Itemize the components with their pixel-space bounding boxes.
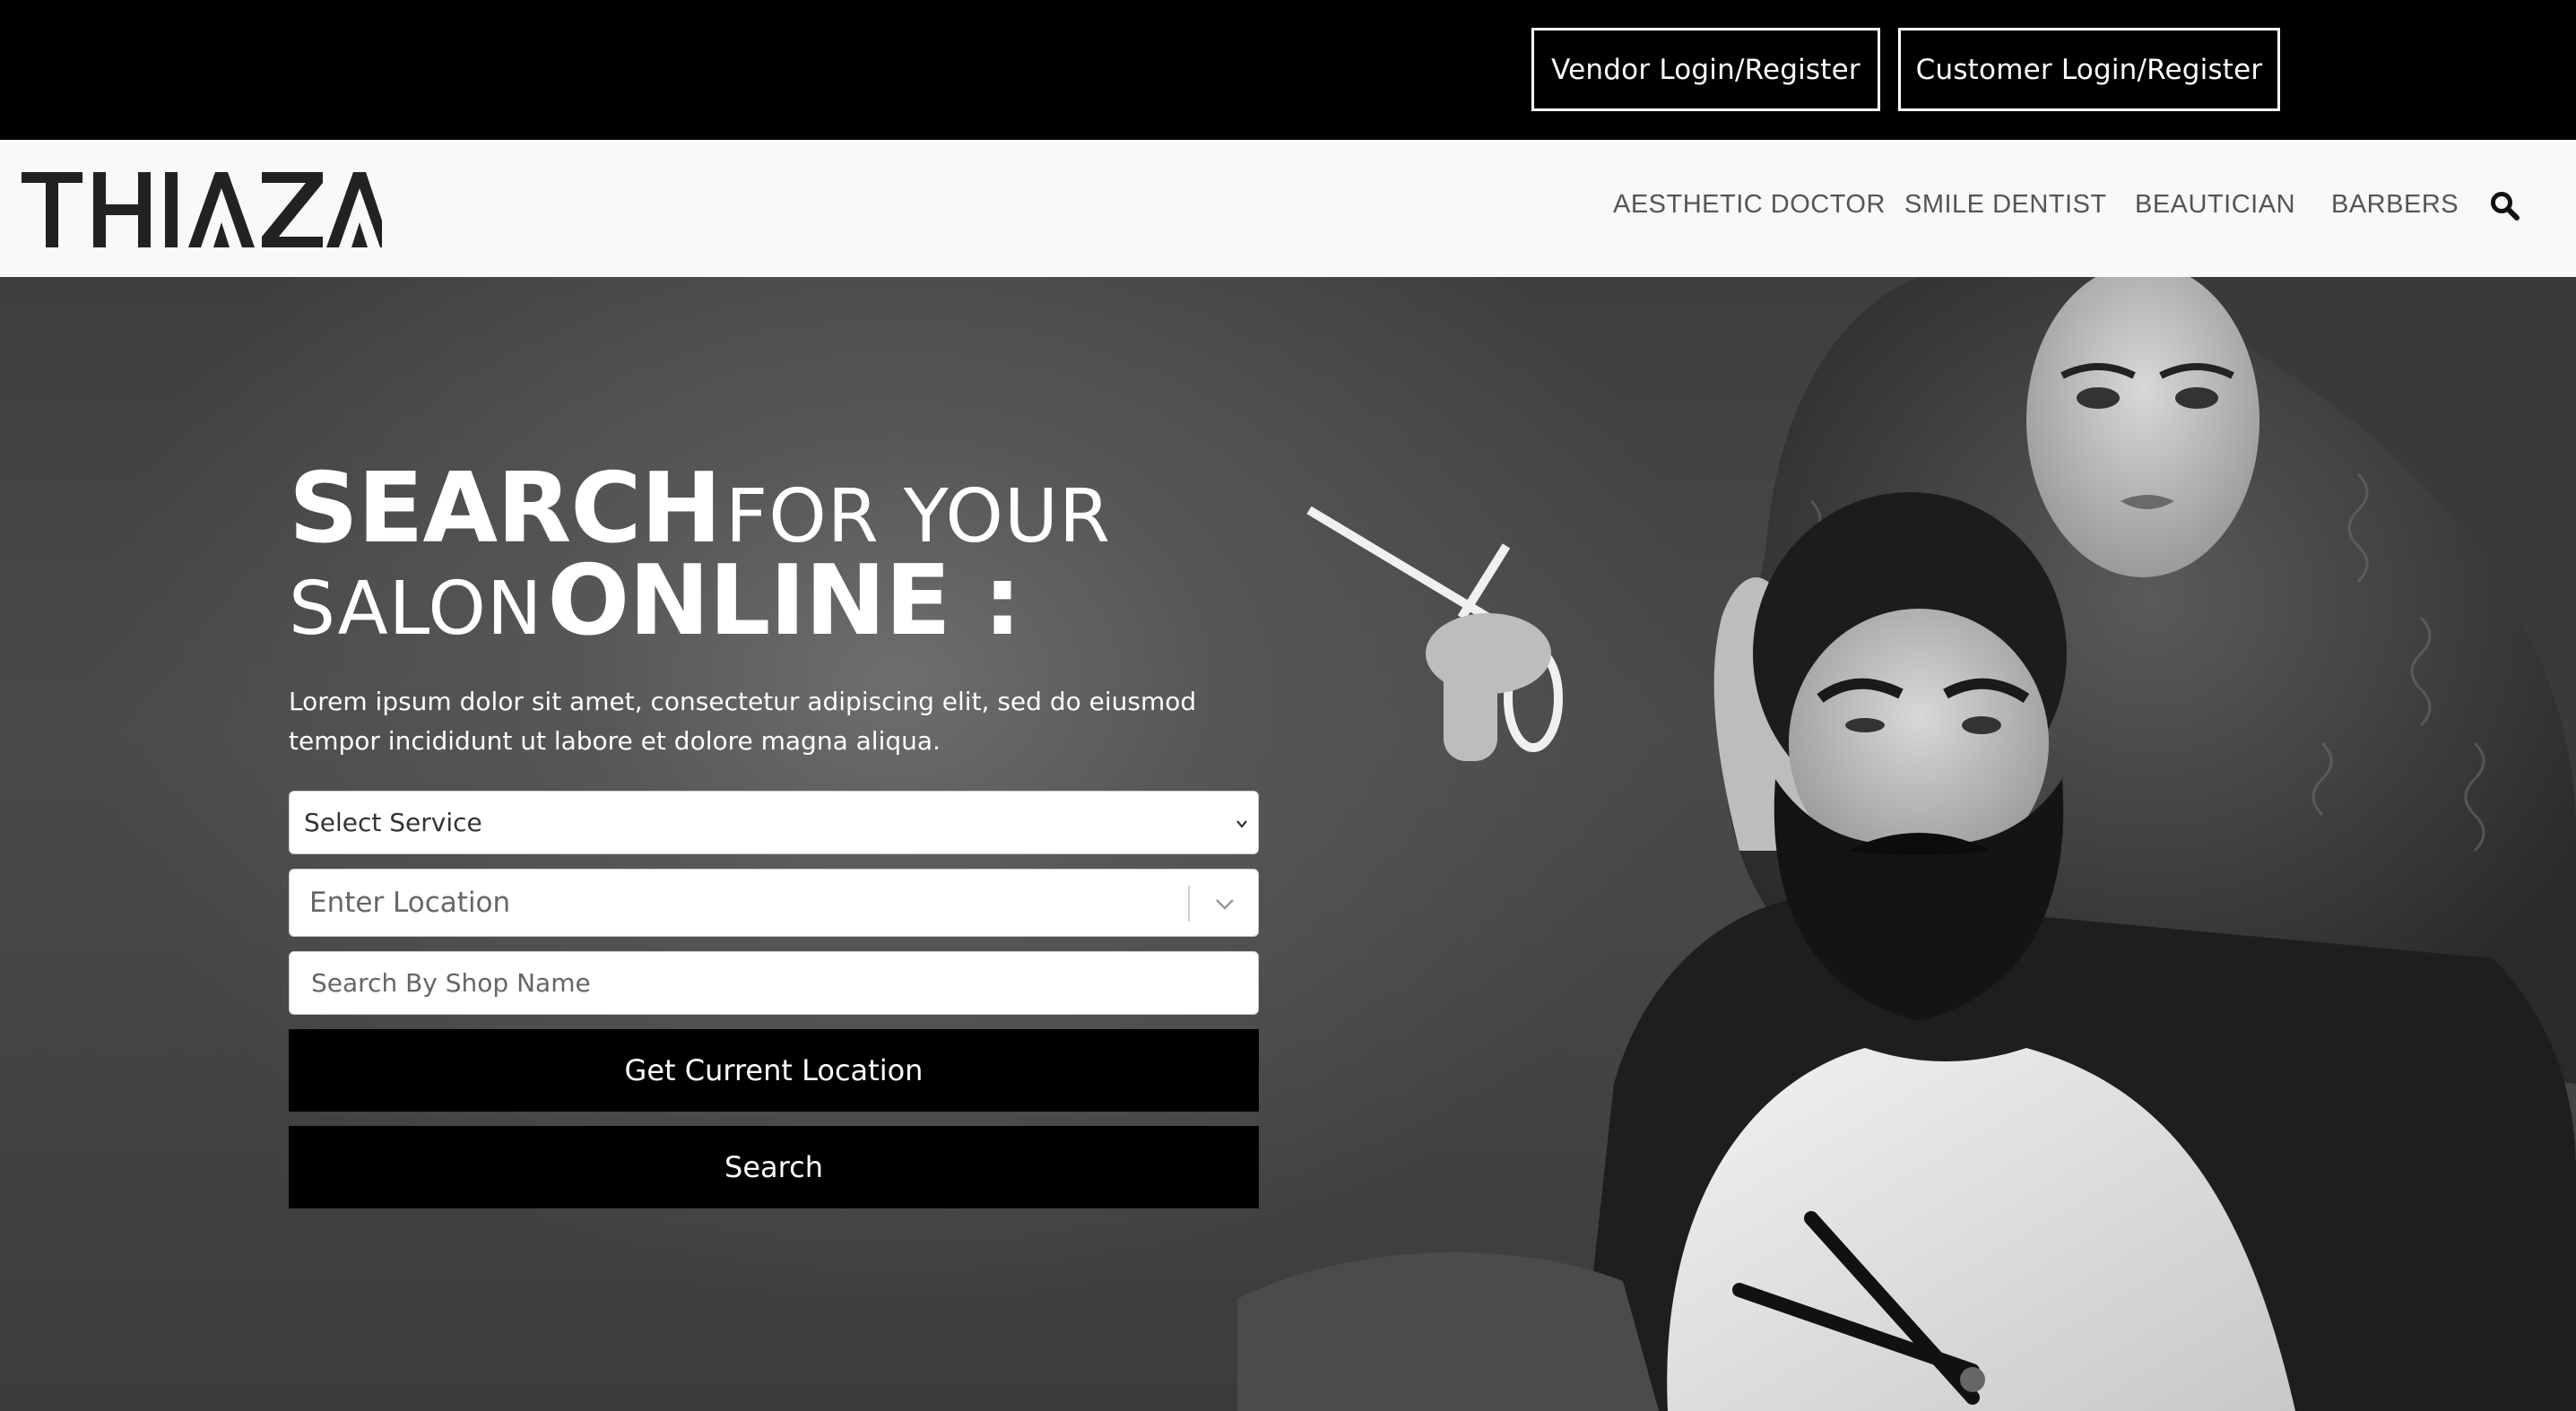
service-select-value: Select Service bbox=[304, 808, 482, 837]
hero-description: Lorem ipsum dolor sit amet, consectetur … bbox=[289, 687, 1197, 756]
thiaza-logo[interactable] bbox=[22, 167, 382, 253]
headline-salon-word: SALON bbox=[289, 567, 543, 652]
nav-aesthetic-doctor[interactable]: AESTHETIC DOCTOR bbox=[1613, 190, 1886, 220]
hero-background-image bbox=[1237, 277, 2576, 1411]
location-placeholder: Enter Location bbox=[309, 887, 511, 919]
nav-beautician[interactable]: BEAUTICIAN bbox=[2135, 190, 2295, 220]
vendor-login-button[interactable]: Vendor Login/Register bbox=[1531, 28, 1880, 111]
get-current-location-button[interactable]: Get Current Location bbox=[289, 1029, 1259, 1112]
main-navbar: AESTHETIC DOCTOR SMILE DENTIST BEAUTICIA… bbox=[0, 140, 2576, 277]
location-input[interactable]: Enter Location bbox=[289, 869, 1259, 937]
nav-smile-dentist[interactable]: SMILE DENTIST bbox=[1904, 190, 2107, 220]
chevron-down-icon bbox=[1236, 820, 1247, 828]
headline-online-word: ONLINE : bbox=[547, 545, 1021, 657]
chevron-down-icon[interactable] bbox=[1213, 894, 1236, 913]
customer-login-button[interactable]: Customer Login/Register bbox=[1898, 28, 2280, 111]
service-select[interactable]: Select Service bbox=[289, 791, 1259, 854]
shop-name-placeholder: Search By Shop Name bbox=[311, 968, 591, 998]
search-button[interactable]: Search bbox=[289, 1126, 1259, 1208]
search-icon[interactable] bbox=[2489, 190, 2521, 222]
top-bar: Vendor Login/Register Customer Login/Reg… bbox=[0, 0, 2576, 140]
shop-name-input[interactable]: Search By Shop Name bbox=[289, 951, 1259, 1015]
nav-barbers[interactable]: BARBERS bbox=[2331, 190, 2459, 220]
location-divider bbox=[1188, 886, 1190, 922]
hero-section: SEARCH FOR YOUR SALON ONLINE : Lorem ips… bbox=[0, 277, 2576, 1411]
